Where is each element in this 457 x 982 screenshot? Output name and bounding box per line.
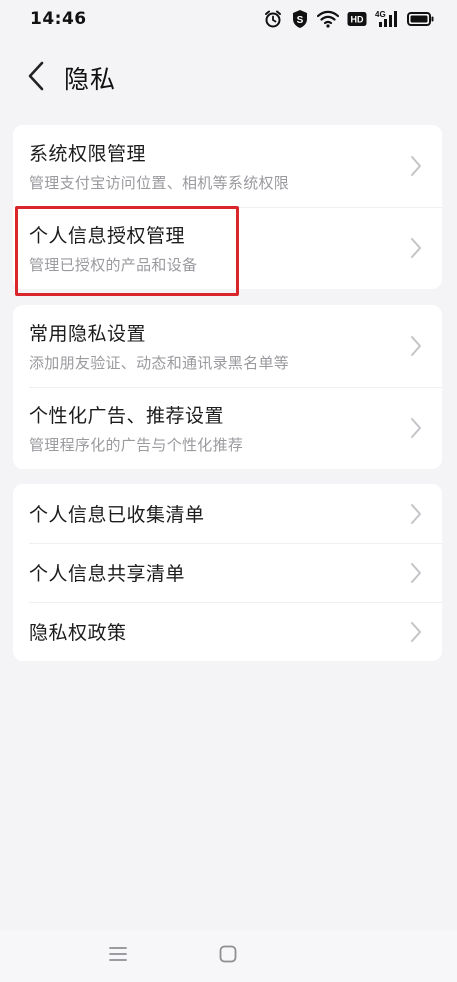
row-text: 隐私权政策 xyxy=(29,618,408,645)
shield-s-icon: S xyxy=(291,9,309,29)
settings-group-privacy: 常用隐私设置 添加朋友验证、动态和通讯录黑名单等 个性化广告、推荐设置 管理程序… xyxy=(13,305,442,469)
alarm-icon xyxy=(263,9,283,29)
row-title: 个人信息共享清单 xyxy=(29,563,186,585)
settings-group-lists: 个人信息已收集清单 个人信息共享清单 隐私权政策 xyxy=(13,484,442,661)
wifi-icon xyxy=(317,10,339,28)
chevron-right-icon xyxy=(408,236,424,260)
row-subtitle: 管理程序化的广告与个性化推荐 xyxy=(29,436,244,454)
status-time: 14:46 xyxy=(30,9,87,29)
row-text: 常用隐私设置 添加朋友验证、动态和通讯录黑名单等 xyxy=(29,319,408,373)
chevron-right-icon xyxy=(408,334,424,358)
hd-label: HD xyxy=(351,15,364,25)
row-text: 个人信息已收集清单 xyxy=(29,500,408,527)
signal-4g-icon: 4G xyxy=(375,9,399,29)
list-item-shared-info[interactable]: 个人信息共享清单 xyxy=(13,543,442,602)
row-subtitle: 管理支付宝访问位置、相机等系统权限 xyxy=(29,174,290,192)
list-item-personalized-ads[interactable]: 个性化广告、推荐设置 管理程序化的广告与个性化推荐 xyxy=(13,387,442,469)
list-item-personal-info-authorization[interactable]: 个人信息授权管理 管理已授权的产品和设备 xyxy=(13,207,442,289)
chevron-right-icon xyxy=(408,620,424,644)
battery-icon xyxy=(407,11,435,27)
network-label: 4G xyxy=(375,10,386,19)
list-item-privacy-policy[interactable]: 隐私权政策 xyxy=(13,602,442,661)
back-button[interactable] xyxy=(10,52,62,104)
row-title: 隐私权政策 xyxy=(29,622,127,644)
status-bar: 14:46 S HD 4G xyxy=(0,0,457,38)
list-item-common-privacy-settings[interactable]: 常用隐私设置 添加朋友验证、动态和通讯录黑名单等 xyxy=(13,305,442,387)
list-item-system-permissions[interactable]: 系统权限管理 管理支付宝访问位置、相机等系统权限 xyxy=(13,125,442,207)
row-title: 常用隐私设置 xyxy=(29,323,147,345)
page-header: 隐私 xyxy=(0,52,457,104)
home-icon xyxy=(218,944,238,968)
row-text: 个性化广告、推荐设置 管理程序化的广告与个性化推荐 xyxy=(29,401,408,455)
menu-button[interactable] xyxy=(98,936,138,976)
list-item-collected-info[interactable]: 个人信息已收集清单 xyxy=(13,484,442,543)
chevron-right-icon xyxy=(408,502,424,526)
menu-icon xyxy=(108,945,128,967)
svg-text:S: S xyxy=(297,15,304,26)
row-subtitle: 管理已授权的产品和设备 xyxy=(29,256,198,274)
row-title: 个人信息授权管理 xyxy=(29,225,186,247)
chevron-right-icon xyxy=(408,154,424,178)
row-text: 个人信息共享清单 xyxy=(29,559,408,586)
chevron-right-icon xyxy=(408,561,424,585)
privacy-screen: 14:46 S HD 4G 隐私 系统权限管理 管理支付宝访问位置、相机等系统权… xyxy=(0,0,457,982)
page-title: 隐私 xyxy=(64,65,117,94)
row-subtitle: 添加朋友验证、动态和通讯录黑名单等 xyxy=(29,354,290,372)
home-button[interactable] xyxy=(208,936,248,976)
system-nav-bar xyxy=(0,930,457,982)
status-icons: S HD 4G xyxy=(263,9,435,29)
row-text: 系统权限管理 管理支付宝访问位置、相机等系统权限 xyxy=(29,139,408,193)
chevron-right-icon xyxy=(408,416,424,440)
settings-group-permissions: 系统权限管理 管理支付宝访问位置、相机等系统权限 个人信息授权管理 管理已授权的… xyxy=(13,125,442,289)
row-text: 个人信息授权管理 管理已授权的产品和设备 xyxy=(29,221,408,275)
chevron-left-icon xyxy=(26,60,46,96)
hd-icon: HD xyxy=(347,11,367,27)
row-title: 系统权限管理 xyxy=(29,143,147,165)
row-title: 个人信息已收集清单 xyxy=(29,504,205,526)
row-title: 个性化广告、推荐设置 xyxy=(29,405,225,427)
